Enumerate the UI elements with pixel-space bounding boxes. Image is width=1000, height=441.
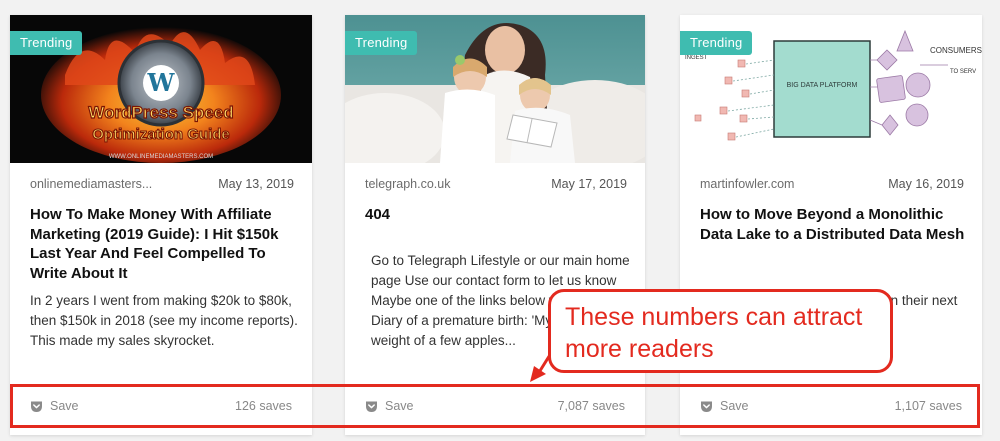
save-button[interactable]: Save [365,399,414,413]
publish-date: May 13, 2019 [218,177,294,191]
pocket-save-icon [701,401,712,412]
save-button[interactable]: Save [700,399,749,413]
card-meta: onlinemediamasters... May 13, 2019 [30,177,294,191]
callout-text-line1: These numbers can attract [565,303,863,331]
card-meta: martinfowler.com May 16, 2019 [700,177,964,191]
trending-badge: Trending [345,31,418,55]
publish-date: May 17, 2019 [551,177,627,191]
article-title[interactable]: 404 [365,205,629,225]
article-title[interactable]: How To Make Money With Affiliate Marketi… [30,205,296,283]
card-footer: Save 126 saves [30,399,292,413]
save-count: 7,087 saves [557,399,625,413]
save-count: 126 saves [235,399,292,413]
diagram-serve-label: TO SERV [950,69,976,75]
source-domain[interactable]: onlinemediamasters... [30,177,152,191]
save-label: Save [385,399,414,413]
trending-badge: Trending [10,31,83,55]
save-button[interactable]: Save [30,399,79,413]
card-footer: Save 1,107 saves [700,399,962,413]
pocket-save-icon [366,401,377,412]
source-domain[interactable]: telegraph.co.uk [365,177,450,191]
source-domain[interactable]: martinfowler.com [700,177,794,191]
diagram-ingest-label: INGEST [685,55,708,61]
pocket-save-icon [31,401,42,412]
annotation-callout: These numbers can attract more readers [548,289,893,373]
article-card-1[interactable]: W WordPress Speed Optimization Guide WWW… [10,15,312,435]
publish-date: May 16, 2019 [888,177,964,191]
save-label: Save [720,399,749,413]
card-meta: telegraph.co.uk May 17, 2019 [365,177,627,191]
thumbnail-text-line2: Optimization Guide [92,126,230,143]
diagram-consumers-label: CONSUMERS [930,46,982,55]
save-count: 1,107 saves [894,399,962,413]
thumbnail-text-line1: WordPress Speed [88,103,233,122]
thumbnail-url: WWW.ONLINEMEDIAMASTERS.COM [109,154,213,160]
article-excerpt: In 2 years I went from making $20k to $8… [30,293,298,348]
diagram-platform-label: BIG DATA PLATFORM [787,82,858,89]
article-title[interactable]: How to Move Beyond a Monolithic Data Lak… [700,205,966,244]
trending-badge: Trending [680,31,753,55]
svg-text:W: W [147,68,176,97]
card-footer: Save 7,087 saves [365,399,625,413]
callout-text-line2: more readers [565,335,714,363]
save-label: Save [50,399,79,413]
